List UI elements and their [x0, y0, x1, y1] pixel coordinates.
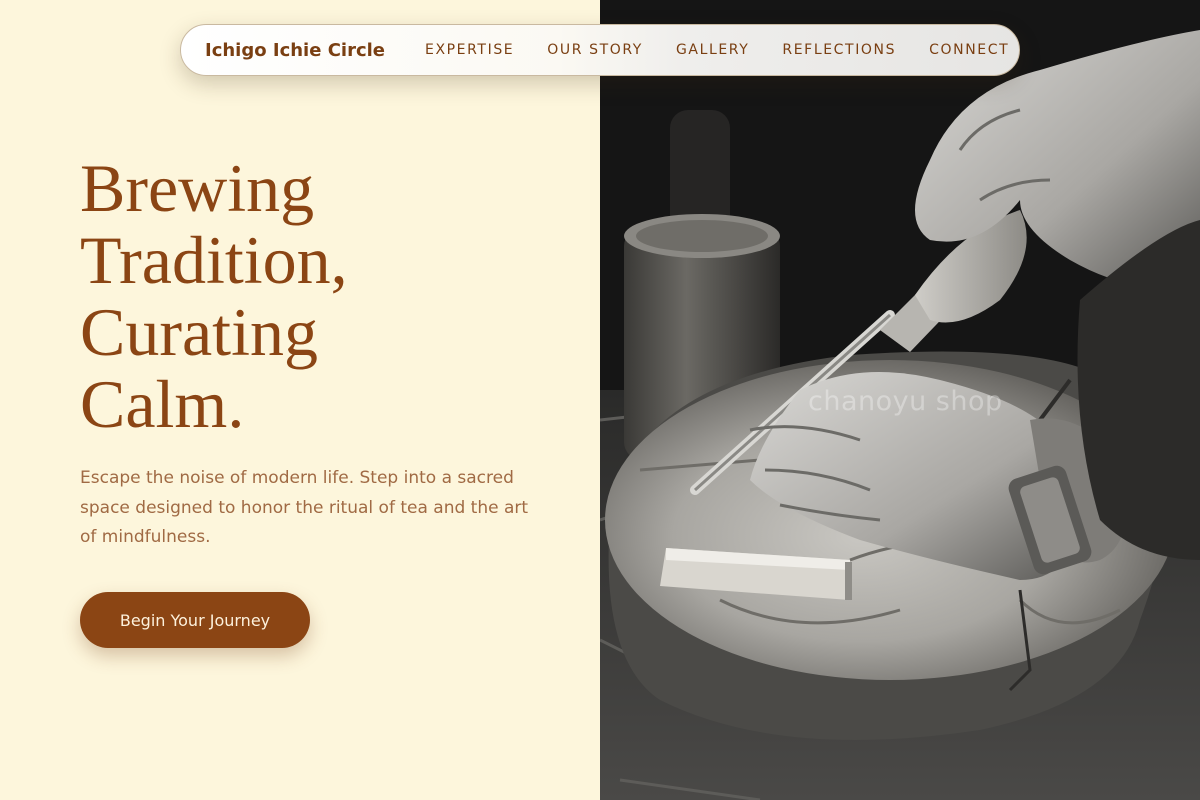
brand-logo-text[interactable]: Ichigo Ichie Circle — [205, 40, 385, 61]
hero-intro-text: Escape the noise of modern life. Step in… — [80, 468, 529, 547]
hero-headline: Brewing Tradition, Curating Calm. — [80, 152, 348, 440]
headline-line-1: Brewing — [80, 150, 315, 226]
headline-line-3: Curating — [80, 294, 318, 370]
landing-page: Brewing Tradition, Curating Calm. Escape… — [0, 0, 1200, 800]
hero-photo: chanoyu shop — [600, 0, 1200, 800]
nav-link-expertise[interactable]: EXPERTISE — [425, 42, 514, 58]
nav-link-reflections[interactable]: REFLECTIONS — [782, 42, 896, 58]
top-navigation-bar: Ichigo Ichie Circle EXPERTISE OUR STORY … — [180, 24, 1020, 76]
nav-links: EXPERTISE OUR STORY GALLERY REFLECTIONS … — [425, 42, 1009, 58]
nav-link-our-story[interactable]: OUR STORY — [547, 42, 643, 58]
photo-watermark: chanoyu shop — [808, 386, 1003, 417]
hero-text-panel: Brewing Tradition, Curating Calm. Escape… — [0, 0, 600, 800]
begin-journey-button[interactable]: Begin Your Journey — [80, 592, 310, 648]
nav-link-connect[interactable]: CONNECT — [929, 42, 1009, 58]
headline-line-2: Tradition, — [80, 222, 348, 298]
nav-link-gallery[interactable]: GALLERY — [676, 42, 749, 58]
headline-line-4: Calm. — [80, 366, 245, 442]
